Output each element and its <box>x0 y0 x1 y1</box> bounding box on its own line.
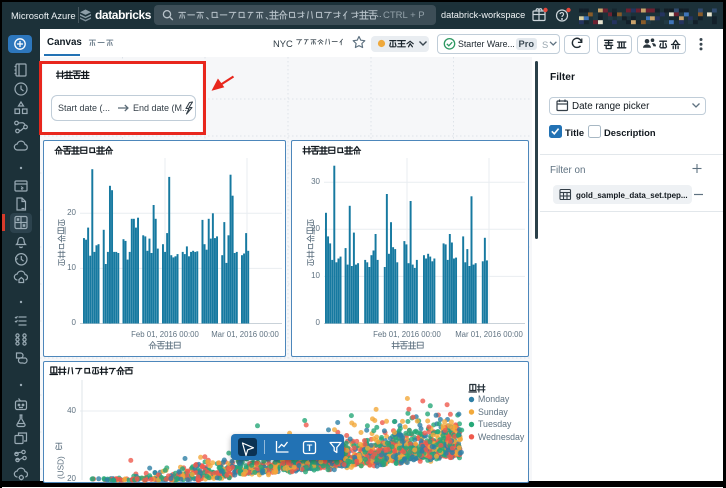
svg-text:(USD): (USD) <box>57 456 66 479</box>
svg-text:T: T <box>307 443 313 453</box>
